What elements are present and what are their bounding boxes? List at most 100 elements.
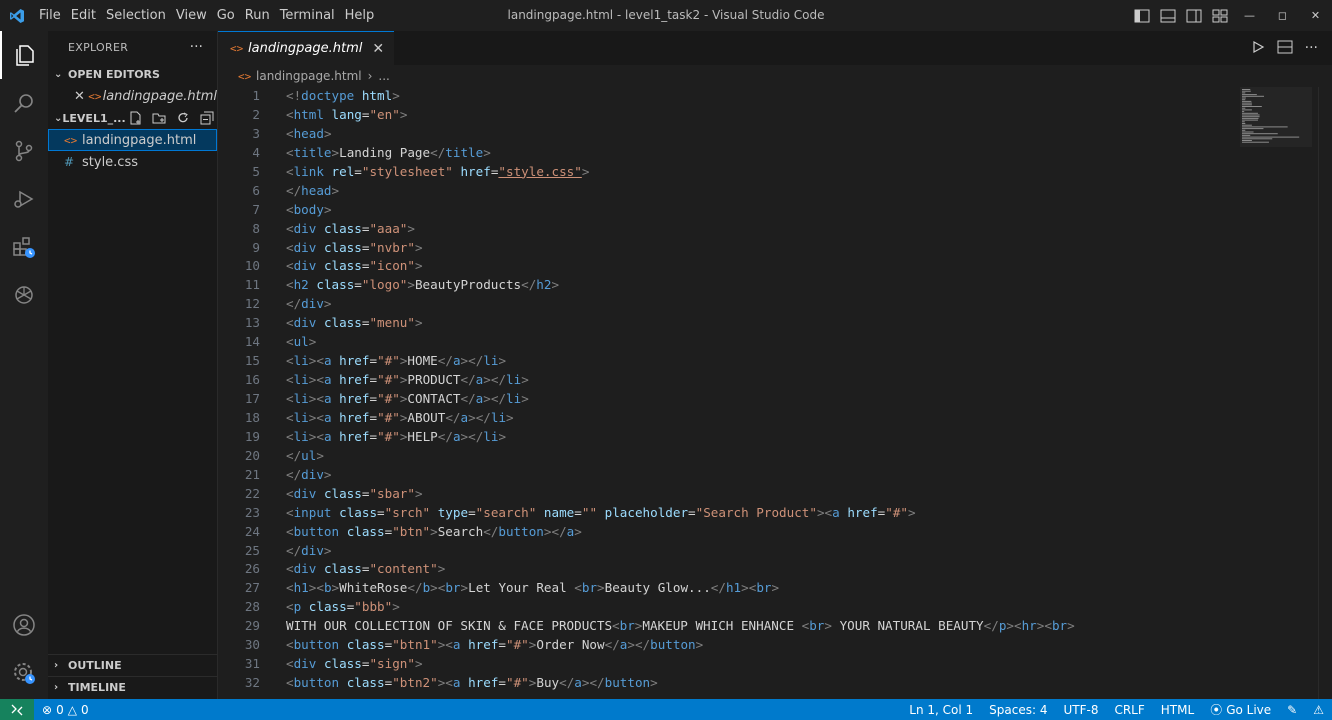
toggle-panel-icon[interactable] [1155, 0, 1181, 31]
explorer-icon[interactable] [0, 31, 48, 79]
breadcrumb-more[interactable]: ... [378, 69, 389, 83]
toggle-secondary-sidebar-icon[interactable] [1181, 0, 1207, 31]
code-editor[interactable]: 1 <!doctype html> 2 <html lang="en"> 3 <head>… [218, 87, 1318, 693]
code-line[interactable]: 7 <body> [218, 201, 1318, 220]
code-line[interactable]: 29 WITH OUR COLLECTION OF SKIN & FACE PRO… [218, 617, 1318, 636]
code-line[interactable]: 9 <div class="nvbr"> [218, 239, 1318, 258]
go-live-button[interactable]: ⦿ Go Live [1202, 701, 1279, 718]
problems-status[interactable]: ⊗ 0 △ 0 [34, 703, 97, 717]
customize-layout-icon[interactable] [1207, 0, 1233, 31]
code-line[interactable]: 6 </head> [218, 182, 1318, 201]
minimize-button[interactable]: — [1233, 0, 1266, 31]
code-line[interactable]: 11 <h2 class="logo">BeautyProducts</h2> [218, 276, 1318, 295]
menu-selection[interactable]: Selection [102, 8, 170, 23]
code-line[interactable]: 14 <ul> [218, 333, 1318, 352]
menu-run[interactable]: Run [241, 8, 274, 23]
line-content: <h1><b>WhiteRose</b><br>Let Your Real <b… [286, 580, 780, 596]
search-icon[interactable] [0, 79, 48, 127]
minimap-line [1242, 112, 1258, 114]
breadcrumb-file[interactable]: landingpage.html [256, 69, 362, 83]
line-content: <head> [286, 125, 332, 141]
close-icon[interactable]: ✕ [372, 41, 384, 57]
end-of-line[interactable]: CRLF [1106, 703, 1152, 717]
code-line[interactable]: 22 <div class="sbar"> [218, 485, 1318, 504]
more-actions-icon[interactable]: ··· [1305, 40, 1318, 56]
chatgpt-icon[interactable] [0, 271, 48, 319]
code-line[interactable]: 26 <div class="content"> [218, 560, 1318, 579]
menu-help[interactable]: Help [341, 8, 379, 23]
encoding[interactable]: UTF-8 [1055, 703, 1106, 717]
run-debug-icon[interactable] [0, 175, 48, 223]
code-line[interactable]: 12 </div> [218, 295, 1318, 314]
code-line[interactable]: 1 <!doctype html> [218, 87, 1318, 106]
code-line[interactable]: 30 <button class="btn1"><a href="#">Order… [218, 636, 1318, 655]
notifications-bell-icon[interactable]: ⚠ [1305, 703, 1332, 717]
code-line[interactable]: 25 </div> [218, 542, 1318, 561]
minimap-line [1242, 129, 1246, 131]
code-line[interactable]: 5 <link rel="stylesheet" href="style.css"… [218, 163, 1318, 182]
collapse-all-icon[interactable] [198, 110, 216, 126]
code-line[interactable]: 20 </ul> [218, 447, 1318, 466]
toggle-primary-sidebar-icon[interactable] [1129, 0, 1155, 31]
error-count: 0 [56, 702, 64, 717]
indentation[interactable]: Spaces: 4 [981, 703, 1055, 717]
run-icon[interactable] [1251, 40, 1265, 57]
close-icon[interactable]: ✕ [74, 89, 88, 104]
accounts-icon[interactable] [0, 601, 48, 649]
close-window-button[interactable]: ✕ [1299, 0, 1332, 31]
code-line[interactable]: 23 <input class="srch" type="search" name… [218, 504, 1318, 523]
menu-file[interactable]: File [35, 8, 65, 23]
folder-section[interactable]: ⌄ LEVEL1_... [48, 107, 217, 129]
file-item-style-css[interactable]: # style.css [48, 151, 217, 173]
open-editor-item[interactable]: ✕ <> landingpage.html [48, 85, 217, 107]
code-line[interactable]: 19 <li><a href="#">HELP</a></li> [218, 428, 1318, 447]
extensions-icon[interactable] [0, 223, 48, 271]
code-line[interactable]: 8 <div class="aaa"> [218, 220, 1318, 239]
new-file-icon[interactable] [126, 110, 144, 126]
menu-terminal[interactable]: Terminal [276, 8, 339, 23]
code-line[interactable]: 31 <div class="sign"> [218, 655, 1318, 674]
code-line[interactable]: 10 <div class="icon"> [218, 257, 1318, 276]
minimap-line [1242, 117, 1259, 119]
outline-section[interactable]: › OUTLINE [48, 654, 218, 676]
open-editors-section[interactable]: ⌄ OPEN EDITORS [48, 63, 217, 85]
file-item-landingpage[interactable]: <> landingpage.html [48, 129, 217, 151]
feedback-icon[interactable]: ✎ [1279, 703, 1305, 717]
line-number: 25 [244, 542, 260, 558]
new-folder-icon[interactable] [150, 110, 168, 126]
code-line[interactable]: 13 <div class="menu"> [218, 314, 1318, 333]
minimap[interactable] [1240, 87, 1312, 147]
line-number: 29 [244, 618, 260, 634]
minimap-line [1242, 95, 1264, 97]
code-line[interactable]: 21 </div> [218, 466, 1318, 485]
maximize-button[interactable]: ◻ [1266, 0, 1299, 31]
code-line[interactable]: 16 <li><a href="#">PRODUCT</a></li> [218, 371, 1318, 390]
remote-icon[interactable] [0, 699, 34, 720]
code-line[interactable]: 24 <button class="btn">Search</button></a… [218, 523, 1318, 542]
manage-gear-icon[interactable] [0, 649, 48, 697]
menu-edit[interactable]: Edit [67, 8, 100, 23]
line-number: 21 [244, 466, 260, 482]
code-line[interactable]: 4 <title>Landing Page</title> [218, 144, 1318, 163]
line-number: 3 [252, 125, 260, 141]
vertical-scrollbar[interactable] [1318, 87, 1332, 699]
code-line[interactable]: 17 <li><a href="#">CONTACT</a></li> [218, 390, 1318, 409]
menu-view[interactable]: View [172, 8, 211, 23]
more-actions-icon[interactable]: ··· [190, 39, 203, 55]
tab-landingpage[interactable]: <> landingpage.html ✕ [218, 31, 395, 65]
cursor-position[interactable]: Ln 1, Col 1 [901, 703, 981, 717]
code-line[interactable]: 28 <p class="bbb"> [218, 598, 1318, 617]
code-line[interactable]: 15 <li><a href="#">HOME</a></li> [218, 352, 1318, 371]
code-line[interactable]: 32 <button class="btn2"><a href="#">Buy</… [218, 674, 1318, 693]
source-control-icon[interactable] [0, 127, 48, 175]
timeline-section[interactable]: › TIMELINE [48, 676, 218, 698]
code-line[interactable]: 2 <html lang="en"> [218, 106, 1318, 125]
code-line[interactable]: 27 <h1><b>WhiteRose</b><br>Let Your Real … [218, 579, 1318, 598]
code-line[interactable]: 18 <li><a href="#">ABOUT</a></li> [218, 409, 1318, 428]
refresh-icon[interactable] [174, 110, 192, 126]
split-editor-icon[interactable] [1277, 40, 1293, 57]
menu-go[interactable]: Go [213, 8, 239, 23]
explorer-sidebar: EXPLORER ··· ⌄ OPEN EDITORS ✕ <> landing… [48, 31, 218, 699]
language-mode[interactable]: HTML [1153, 703, 1202, 717]
code-line[interactable]: 3 <head> [218, 125, 1318, 144]
